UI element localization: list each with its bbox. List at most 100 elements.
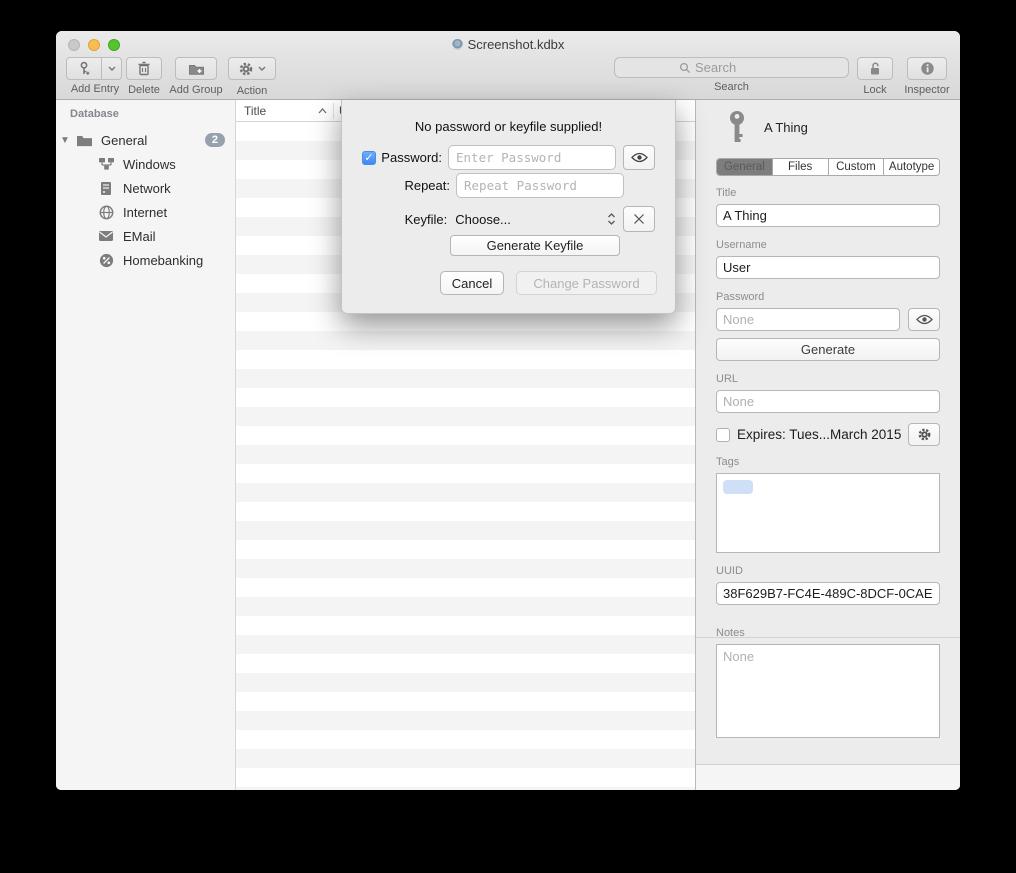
- expires-settings-button[interactable]: [908, 423, 940, 446]
- tags-field[interactable]: [716, 473, 940, 553]
- chevron-down-icon: [108, 66, 116, 71]
- repeat-password-input[interactable]: [456, 173, 624, 198]
- list-row-stripe: [236, 787, 695, 790]
- sidebar-item-internet[interactable]: Internet: [56, 200, 235, 224]
- title-field[interactable]: [716, 204, 940, 227]
- list-row-stripe: [236, 711, 695, 730]
- action-button[interactable]: [228, 57, 276, 80]
- search-input[interactable]: [695, 60, 842, 75]
- inspector-footer: [696, 764, 960, 790]
- gear-icon: [238, 61, 254, 77]
- column-header-title[interactable]: Title: [236, 104, 318, 118]
- server-icon: [100, 181, 112, 196]
- key-plus-icon: [76, 61, 92, 77]
- add-entry-label: Add Entry: [66, 83, 124, 95]
- sidebar-item-windows[interactable]: Windows: [56, 152, 235, 176]
- change-password-sheet: No password or keyfile supplied! ✓ Passw…: [341, 100, 676, 314]
- password-enable-checkbox[interactable]: ✓: [362, 151, 376, 165]
- folder-plus-icon: [188, 62, 205, 76]
- notes-field[interactable]: [716, 644, 940, 738]
- sidebar-item-network[interactable]: Network: [56, 176, 235, 200]
- chevron-down-icon: [258, 66, 266, 71]
- url-label: URL: [716, 373, 940, 385]
- reveal-password-button[interactable]: [908, 308, 940, 331]
- keyfile-label: Keyfile:: [362, 212, 447, 227]
- keyfile-popup[interactable]: Choose...: [453, 212, 616, 227]
- inspector-tabs: General Files Custom Autotype: [716, 158, 940, 176]
- list-row-stripe: [236, 312, 695, 331]
- password-label: Password:: [376, 150, 442, 165]
- list-row-stripe: [236, 749, 695, 768]
- close-icon: [633, 213, 645, 225]
- sidebar-item-general[interactable]: ▼ General 2: [56, 128, 235, 152]
- sidebar: Database ▼ General 2: [56, 100, 236, 790]
- app-window: Screenshot.kdbx: [56, 31, 960, 790]
- list-row-stripe: [236, 578, 695, 597]
- tab-autotype[interactable]: Autotype: [884, 159, 939, 175]
- windows-network-icon: [98, 157, 115, 171]
- lock-button[interactable]: [857, 57, 893, 80]
- tags-label: Tags: [716, 456, 940, 468]
- add-entry-button[interactable]: [66, 57, 102, 80]
- list-row-stripe: [236, 730, 695, 749]
- tag-token[interactable]: [723, 480, 753, 494]
- title-label: Title: [716, 187, 940, 199]
- list-row-stripe: [236, 445, 695, 464]
- tab-files[interactable]: Files: [773, 159, 829, 175]
- change-password-button[interactable]: Change Password: [516, 271, 657, 295]
- sidebar-section-header: Database: [56, 108, 235, 120]
- reveal-password-button[interactable]: [623, 145, 655, 170]
- password-field[interactable]: [716, 308, 900, 331]
- list-row-stripe: [236, 616, 695, 635]
- repeat-label: Repeat:: [362, 178, 450, 193]
- new-password-input[interactable]: [448, 145, 616, 170]
- sidebar-item-homebanking[interactable]: Homebanking: [56, 248, 235, 272]
- search-label: Search: [614, 81, 849, 93]
- keyfile-popup-value: Choose...: [455, 212, 511, 227]
- url-field[interactable]: [716, 390, 940, 413]
- disclosure-triangle-icon[interactable]: ▼: [56, 135, 74, 146]
- list-row-stripe: [236, 350, 695, 369]
- sidebar-item-label: General: [101, 133, 147, 148]
- globe-icon: [99, 205, 114, 220]
- sheet-message: No password or keyfile supplied!: [342, 119, 675, 134]
- entry-title: A Thing: [764, 120, 808, 135]
- cancel-button[interactable]: Cancel: [440, 271, 504, 295]
- search-field[interactable]: [614, 57, 849, 78]
- list-row-stripe: [236, 540, 695, 559]
- search-icon: [679, 62, 691, 74]
- list-row-stripe: [236, 521, 695, 540]
- percent-icon: [99, 253, 114, 268]
- delete-button[interactable]: [126, 57, 162, 80]
- list-row-stripe: [236, 369, 695, 388]
- list-row-stripe: [236, 464, 695, 483]
- clear-keyfile-button[interactable]: [623, 206, 655, 232]
- tab-general[interactable]: General: [717, 159, 773, 175]
- sidebar-item-label: EMail: [123, 229, 156, 244]
- sidebar-item-label: Network: [123, 181, 171, 196]
- tab-custom[interactable]: Custom: [829, 159, 885, 175]
- expires-label[interactable]: Expires: Tues...March 2015: [737, 427, 901, 442]
- uuid-field[interactable]: [716, 582, 940, 605]
- expires-checkbox[interactable]: [716, 428, 730, 442]
- list-row-stripe: [236, 388, 695, 407]
- username-label: Username: [716, 239, 940, 251]
- window-title: Screenshot.kdbx: [56, 37, 960, 52]
- titlebar-toolbar: Screenshot.kdbx: [56, 31, 960, 100]
- list-row-stripe: [236, 635, 695, 654]
- inspector-button[interactable]: [907, 57, 947, 80]
- document-proxy-icon: [452, 39, 463, 50]
- list-row-stripe: [236, 407, 695, 426]
- add-entry-dropdown[interactable]: [102, 57, 122, 80]
- list-row-stripe: [236, 483, 695, 502]
- column-divider[interactable]: [333, 103, 334, 119]
- generate-keyfile-button[interactable]: Generate Keyfile: [450, 235, 620, 256]
- generate-password-button[interactable]: Generate: [716, 338, 940, 361]
- add-group-button[interactable]: [175, 57, 217, 80]
- list-row-stripe: [236, 654, 695, 673]
- eye-icon: [916, 314, 933, 325]
- sidebar-item-email[interactable]: EMail: [56, 224, 235, 248]
- sort-ascending-icon: [318, 108, 327, 114]
- username-field[interactable]: [716, 256, 940, 279]
- sidebar-item-label: Internet: [123, 205, 167, 220]
